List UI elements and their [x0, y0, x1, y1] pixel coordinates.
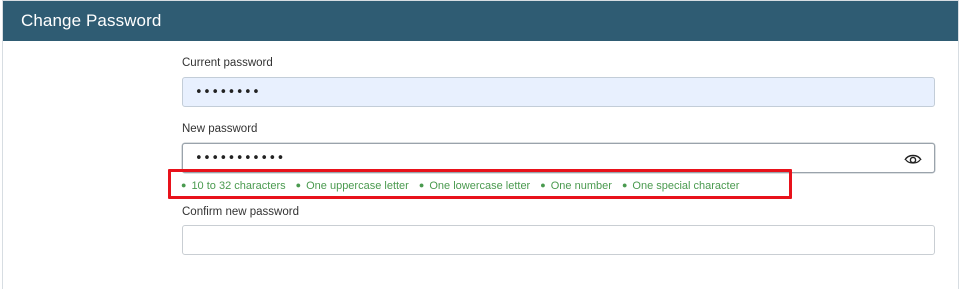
- page-title: Change Password: [21, 11, 162, 30]
- eye-icon[interactable]: [904, 152, 922, 166]
- requirement-uppercase: ● One uppercase letter: [295, 180, 409, 192]
- requirement-number: ● One number: [540, 180, 612, 192]
- confirm-password-label: Confirm new password: [182, 206, 299, 218]
- confirm-password-field[interactable]: [182, 225, 935, 255]
- change-password-panel: Change Password Current password •••••••…: [2, 0, 959, 289]
- requirement-lowercase: ● One lowercase letter: [418, 180, 531, 192]
- requirement-length: ● 10 to 32 characters: [181, 180, 286, 192]
- password-requirements: ● 10 to 32 characters ● One uppercase lett…: [168, 169, 792, 199]
- new-password-value: •••••••••••: [195, 151, 285, 166]
- current-password-value: ••••••••: [195, 85, 261, 100]
- requirements-list: ● 10 to 32 characters ● One uppercase lett…: [181, 180, 746, 192]
- new-password-label: New password: [182, 123, 258, 135]
- panel-header: Change Password: [3, 1, 958, 41]
- requirement-special: ● One special character: [621, 180, 740, 192]
- current-password-field[interactable]: ••••••••: [182, 77, 935, 107]
- current-password-label: Current password: [182, 57, 273, 69]
